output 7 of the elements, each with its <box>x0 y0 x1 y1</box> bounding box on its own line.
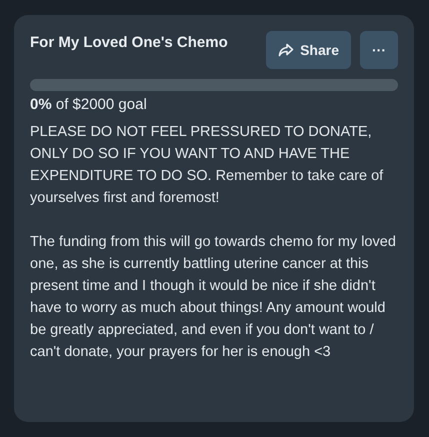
description-paragraph: PLEASE DO NOT FEEL PRESSURED TO DONATE, ONLY DO SO IF YOU WANT TO AND HAVE THE EXPENDITURE TO DO SO. Remember to take care of yourselves first and foremost! <box>30 123 384 208</box>
share-icon <box>278 43 294 57</box>
description-paragraph: The funding from this will go towards chemo for my loved one, as she is currently battling uterine cancer at this present time and I though it would be nice if she didn't have to worry as much about things! Any amount would be greatly appreciated, and even if you don't want to / can't donate, your prayers for her is enough <3 <box>30 233 397 362</box>
card-title: For My Loved One's Chemo <box>30 33 229 53</box>
more-button[interactable]: ··· <box>360 31 398 69</box>
goal-caption: 0% of $2000 goal <box>30 95 148 115</box>
share-button[interactable]: Share <box>266 31 351 69</box>
